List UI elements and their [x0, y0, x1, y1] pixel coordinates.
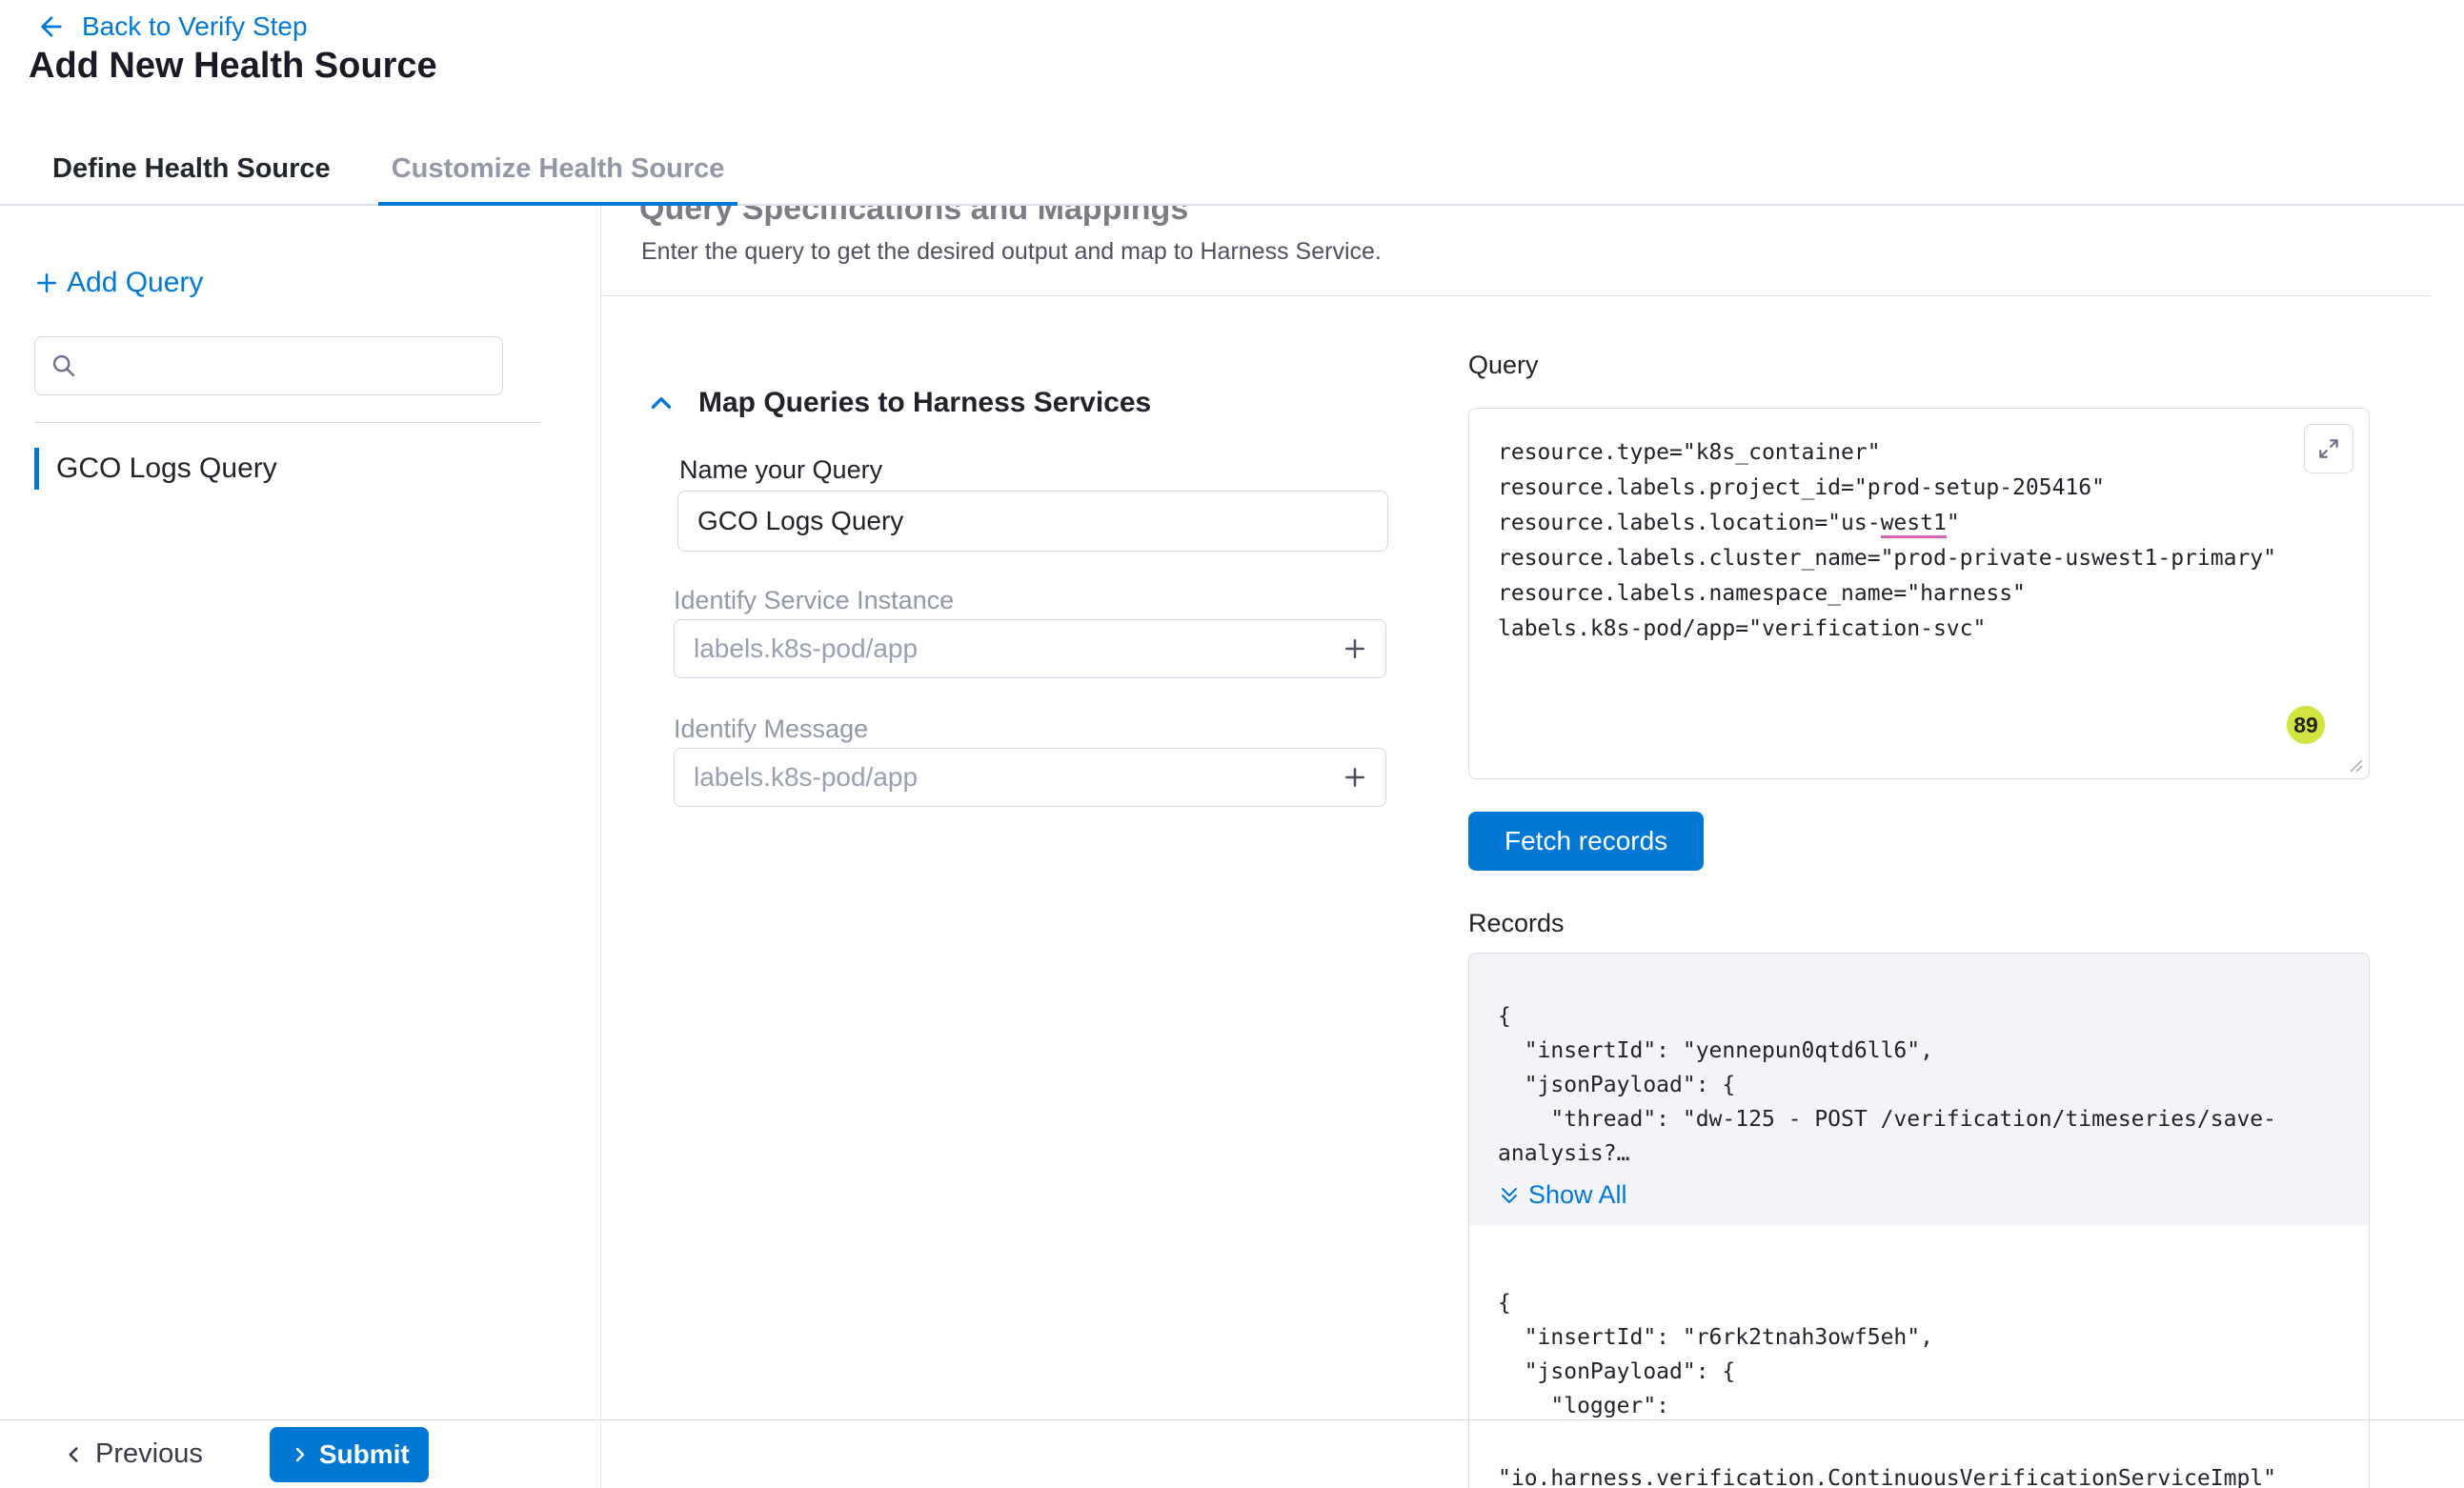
add-query-label: Add Query — [67, 267, 203, 299]
identify-message-add-button[interactable] — [1324, 749, 1385, 806]
query-search-box — [34, 336, 503, 395]
query-list-item[interactable]: GCO Logs Query — [34, 440, 277, 497]
sidebar-divider — [34, 422, 541, 423]
plus-icon — [1341, 763, 1369, 792]
previous-label: Previous — [95, 1438, 203, 1470]
query-item-label: GCO Logs Query — [56, 452, 277, 485]
health-source-tabbar: Define Health Source Customize Health So… — [0, 133, 2464, 206]
plus-icon — [32, 269, 61, 297]
section-divider — [601, 295, 2430, 296]
chevron-up-icon[interactable] — [645, 387, 677, 419]
back-to-verify-step-link[interactable]: Back to Verify Step — [36, 11, 308, 42]
identify-message-field — [674, 748, 1386, 807]
double-chevron-down-icon — [1498, 1184, 1521, 1207]
query-name-input[interactable] — [677, 491, 1388, 552]
page-header: Back to Verify Step Add New Health Sourc… — [0, 0, 2464, 133]
service-instance-add-button[interactable] — [1324, 620, 1385, 677]
submit-button[interactable]: Submit — [270, 1427, 429, 1482]
tab-define-health-source[interactable]: Define Health Source — [52, 133, 331, 204]
chevron-left-icon — [61, 1442, 86, 1467]
record-json: { "insertId": "r6rk2tnah3owf5eh", "jsonP… — [1498, 1286, 2340, 1423]
section-subheading: Enter the query to get the desired outpu… — [641, 238, 1382, 266]
service-instance-input[interactable] — [675, 620, 1324, 677]
wizard-footer: Previous Submit — [0, 1419, 2464, 1488]
previous-button[interactable]: Previous — [61, 1438, 203, 1470]
show-all-link[interactable]: Show All — [1498, 1180, 1627, 1210]
map-queries-collapse-header: Map Queries to Harness Services — [645, 387, 1151, 419]
record-item: { "insertId": "yennepun0qtd6ll6", "jsonP… — [1469, 954, 2369, 1225]
name-your-query-label: Name your Query — [679, 455, 882, 485]
back-link-label: Back to Verify Step — [82, 11, 308, 42]
submit-label: Submit — [319, 1439, 410, 1470]
query-label: Query — [1468, 351, 1539, 380]
expand-query-button[interactable] — [2304, 424, 2353, 473]
chevron-right-icon — [289, 1443, 312, 1466]
identify-message-input[interactable] — [675, 749, 1324, 806]
identify-service-instance-label: Identify Service Instance — [674, 586, 954, 615]
main-panel: Query Specifications and Mappings Enter … — [600, 206, 2464, 1488]
map-queries-title: Map Queries to Harness Services — [698, 387, 1151, 419]
show-all-label: Show All — [1528, 1180, 1627, 1210]
add-query-button[interactable]: Add Query — [32, 267, 203, 299]
plus-icon — [1341, 634, 1369, 663]
section-heading: Query Specifications and Mappings — [639, 206, 1188, 228]
query-count-badge: 89 — [2287, 706, 2325, 744]
page-title: Add New Health Source — [29, 46, 437, 87]
tab-customize-health-source[interactable]: Customize Health Source — [392, 133, 725, 204]
resize-handle-icon[interactable] — [2349, 758, 2364, 774]
search-icon — [50, 352, 77, 379]
search-input[interactable] — [89, 337, 502, 394]
records-panel: { "insertId": "yennepun0qtd6ll6", "jsonP… — [1468, 953, 2370, 1488]
service-instance-field — [674, 619, 1386, 678]
record-json: { "insertId": "yennepun0qtd6ll6", "jsonP… — [1498, 999, 2340, 1171]
back-arrow-icon — [36, 11, 67, 42]
query-editor: resource.type="k8s_container" resource.l… — [1468, 408, 2370, 779]
expand-icon — [2316, 436, 2341, 461]
query-textarea-content[interactable]: resource.type="k8s_container" resource.l… — [1469, 409, 2369, 778]
fetch-records-button[interactable]: Fetch records — [1468, 812, 1704, 871]
selected-query-marker — [34, 448, 39, 490]
identify-message-label: Identify Message — [674, 714, 868, 744]
records-label: Records — [1468, 909, 1565, 938]
query-sidebar: Add Query GCO Logs Query — [0, 206, 600, 1488]
